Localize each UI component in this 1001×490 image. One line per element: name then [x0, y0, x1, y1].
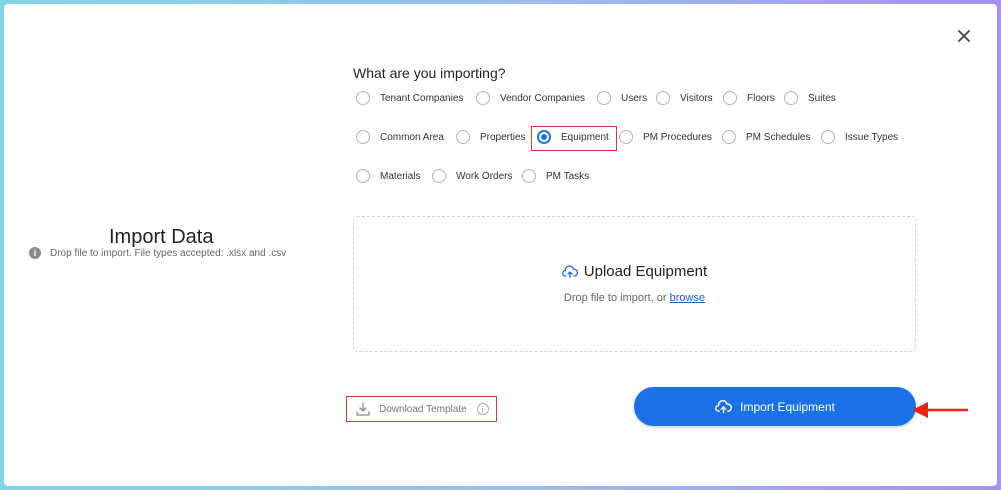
cloud-upload-icon — [561, 264, 578, 278]
import-modal: Import Data i Drop file to import. File … — [4, 4, 997, 486]
red-arrow-icon — [912, 402, 968, 418]
radio-pm-tasks[interactable]: PM Tasks — [522, 169, 589, 183]
browse-link[interactable]: browse — [670, 292, 705, 304]
radio-circle[interactable] — [597, 91, 611, 105]
radio-issue-types[interactable]: Issue Types — [821, 130, 898, 144]
radio-label: Work Orders — [456, 170, 513, 182]
cloud-upload-icon — [715, 399, 733, 413]
radio-label: Suites — [808, 92, 836, 104]
radio-label: PM Tasks — [546, 170, 590, 182]
radio-label: Common Area — [380, 131, 444, 143]
radio-users[interactable]: Users — [597, 91, 647, 105]
radio-circle[interactable] — [619, 130, 633, 144]
radio-circle[interactable] — [722, 130, 736, 144]
radio-circle[interactable] — [356, 169, 370, 183]
radio-circle[interactable] — [821, 130, 835, 144]
radio-suites[interactable]: Suites — [784, 91, 836, 105]
file-type-info-text: Drop file to import. File types accepted… — [50, 247, 287, 259]
download-template-button[interactable]: Download Template i — [346, 396, 497, 422]
radio-circle[interactable] — [476, 91, 490, 105]
radio-label: Properties — [480, 131, 526, 143]
radio-label: Visitors — [680, 92, 713, 104]
radio-label: Tenant Companies — [380, 92, 464, 104]
radio-circle[interactable] — [356, 130, 370, 144]
radio-circle[interactable] — [784, 91, 798, 105]
radio-pm-schedules[interactable]: PM Schedules — [722, 130, 810, 144]
radio-visitors[interactable]: Visitors — [656, 91, 713, 105]
radio-work-orders[interactable]: Work Orders — [432, 169, 513, 183]
radio-floors[interactable]: Floors — [723, 91, 775, 105]
dropzone-subtitle: Drop file to import, or browse — [354, 292, 915, 304]
radio-label: Issue Types — [845, 131, 899, 143]
radio-circle[interactable] — [356, 91, 370, 105]
close-icon — [958, 30, 970, 42]
equipment-highlight-box — [531, 126, 617, 151]
radio-circle[interactable] — [723, 91, 737, 105]
page-title: Import Data — [109, 226, 214, 248]
radio-circle[interactable] — [432, 169, 446, 183]
radio-materials[interactable]: Materials — [356, 169, 421, 183]
dropzone-subtitle-text: Drop file to import, or — [563, 292, 670, 304]
radio-label: Materials — [380, 170, 421, 182]
radio-label: PM Schedules — [746, 131, 811, 143]
radio-label: Vendor Companies — [500, 92, 586, 104]
radio-pm-procedures[interactable]: PM Procedures — [619, 130, 712, 144]
import-equipment-button[interactable]: Import Equipment — [634, 387, 916, 426]
close-button[interactable] — [954, 26, 974, 46]
download-icon — [356, 402, 370, 416]
radio-circle[interactable] — [456, 130, 470, 144]
info-icon: i — [29, 247, 41, 259]
radio-common-area[interactable]: Common Area — [356, 130, 444, 144]
radio-label: PM Procedures — [643, 131, 712, 143]
import-question: What are you importing? — [353, 65, 506, 81]
file-type-info: i Drop file to import. File types accept… — [29, 247, 286, 259]
info-circle-icon[interactable]: i — [476, 403, 489, 415]
radio-label: Floors — [747, 92, 775, 104]
radio-label: Users — [621, 92, 648, 104]
radio-circle[interactable] — [656, 91, 670, 105]
import-button-label: Import Equipment — [740, 399, 835, 414]
download-template-label: Download Template — [379, 403, 467, 415]
radio-properties[interactable]: Properties — [456, 130, 526, 144]
radio-circle[interactable] — [522, 169, 536, 183]
dropzone-title: Upload Equipment — [354, 263, 915, 280]
dropzone-title-text: Upload Equipment — [583, 263, 708, 280]
radio-tenant-companies[interactable]: Tenant Companies — [356, 91, 463, 105]
radio-vendor-companies[interactable]: Vendor Companies — [476, 91, 585, 105]
file-dropzone[interactable]: Upload Equipment Drop file to import, or… — [353, 216, 916, 352]
